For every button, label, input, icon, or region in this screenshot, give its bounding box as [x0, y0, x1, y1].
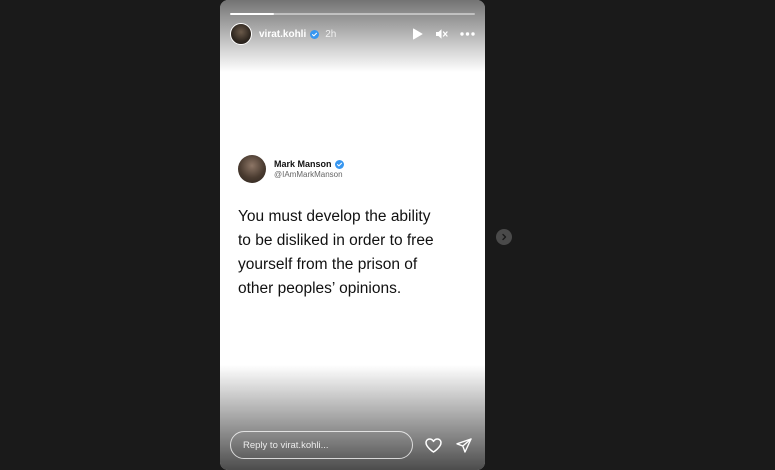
reply-bar	[230, 430, 475, 460]
tweet-name-row: Mark Manson	[274, 159, 344, 169]
username[interactable]: virat.kohli	[259, 29, 306, 40]
story-progress-bar	[230, 13, 475, 15]
reply-actions	[425, 437, 472, 453]
avatar[interactable]	[230, 23, 252, 45]
heart-icon[interactable]	[425, 437, 442, 453]
tweet-author-name: Mark Manson	[274, 159, 332, 169]
tweet-card: Mark Manson @IAmMarkManson You must deve…	[238, 155, 473, 301]
story-viewer: virat.kohli 2h Mark Manson @IAmMarkManso…	[0, 0, 775, 470]
more-icon[interactable]	[460, 32, 475, 36]
tweet-header: Mark Manson @IAmMarkManson	[238, 155, 473, 183]
tweet-author-handle: @IAmMarkManson	[274, 170, 343, 179]
play-icon[interactable]	[412, 28, 423, 40]
tweet-avatar	[238, 155, 266, 183]
story-header: virat.kohli 2h	[230, 22, 475, 46]
chevron-right-icon	[502, 233, 507, 241]
header-actions	[412, 28, 475, 40]
mute-icon[interactable]	[435, 28, 448, 40]
story-card[interactable]: virat.kohli 2h Mark Manson @IAmMarkManso…	[220, 0, 485, 470]
tweet-author: Mark Manson @IAmMarkManson	[274, 159, 344, 179]
story-progress-fill	[230, 13, 275, 15]
verified-badge-icon	[310, 29, 320, 39]
tweet-text: You must develop the ability to be disli…	[238, 208, 434, 297]
tweet-verified-icon	[334, 159, 344, 169]
post-time: 2h	[325, 28, 337, 40]
send-icon[interactable]	[456, 437, 472, 453]
reply-input[interactable]	[230, 431, 413, 459]
next-story-button[interactable]	[496, 229, 512, 245]
